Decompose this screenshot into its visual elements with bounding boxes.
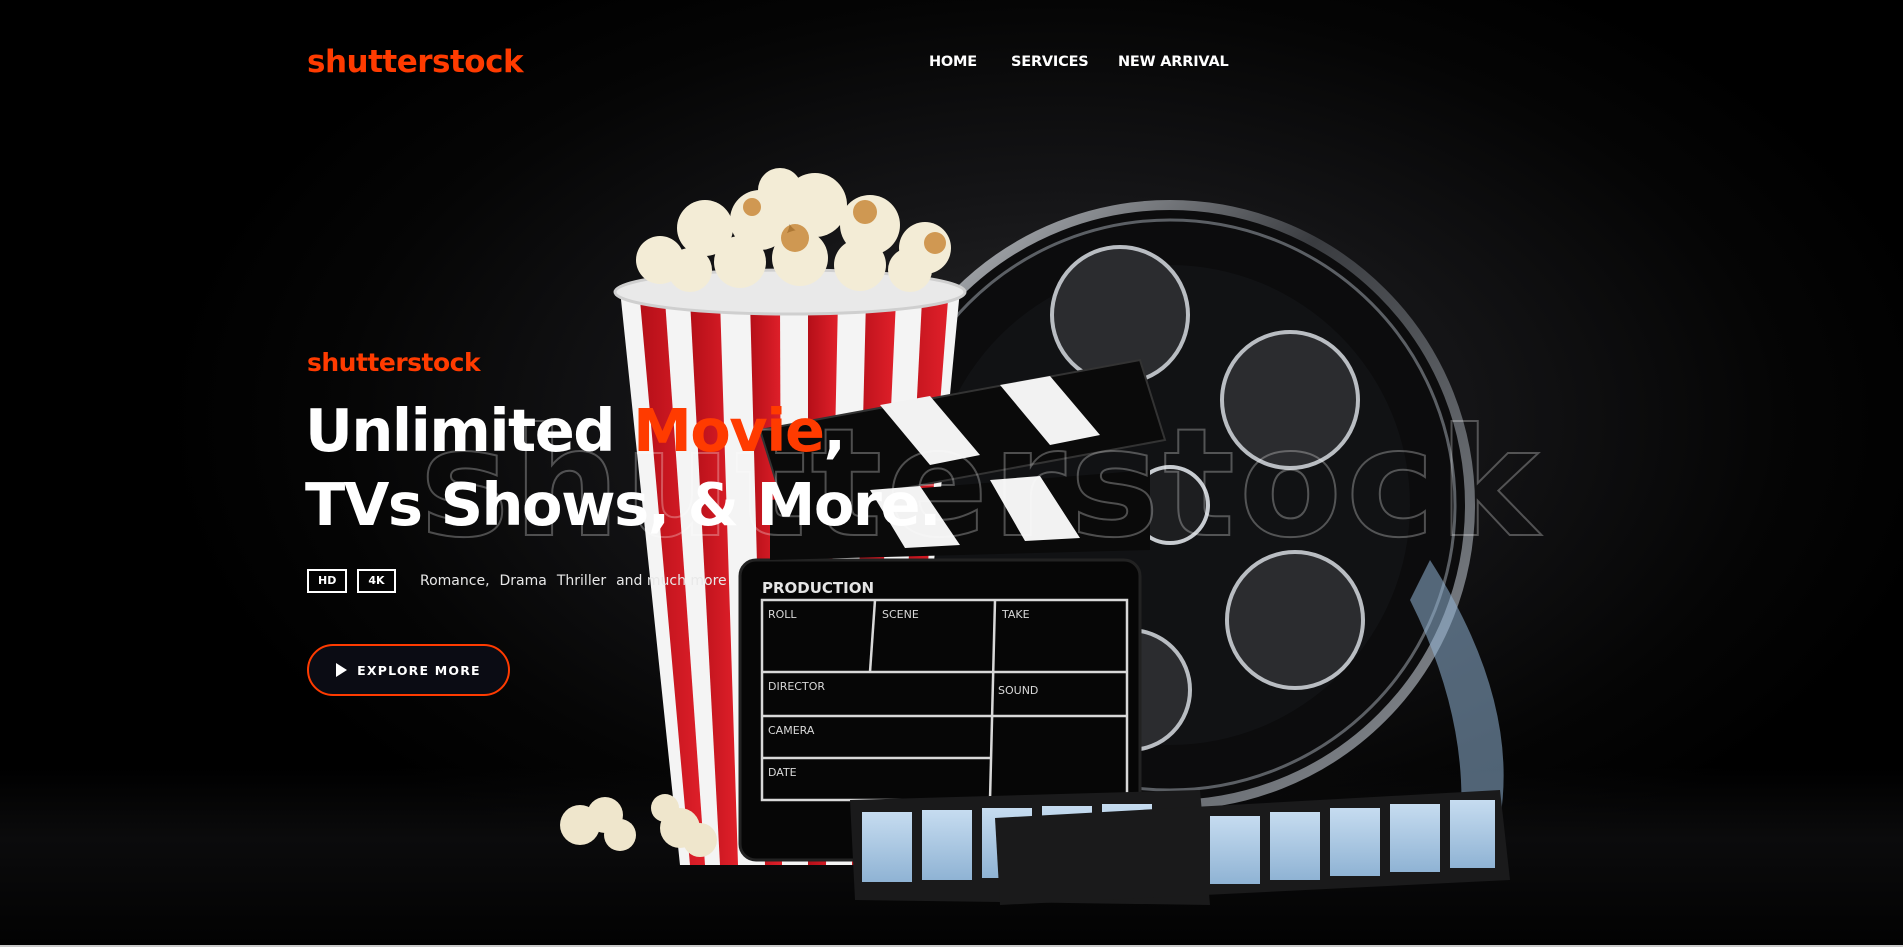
play-icon — [336, 663, 348, 677]
clapper-field-roll: ROLL — [768, 608, 797, 621]
clapper-field-scene: SCENE — [882, 608, 919, 621]
genre-item: Drama — [499, 573, 547, 589]
hero-kicker: shutterstock — [307, 348, 481, 377]
clapper-field-camera: CAMERA — [768, 724, 815, 737]
explore-more-label: EXPLORE MORE — [357, 662, 481, 678]
genre-item: and much more — [616, 573, 727, 589]
brand-logo[interactable]: shutterstock — [307, 42, 524, 82]
nav-new-arrival-link[interactable]: NEW ARRIVAL — [1118, 52, 1258, 72]
genre-list: Romance, Drama Thriller and much more — [420, 572, 727, 590]
clapper-title: PRODUCTION — [762, 579, 874, 597]
headline-line2: TVs Shows, & More. — [305, 470, 941, 539]
genre-item: Romance, — [420, 573, 490, 589]
explore-more-button[interactable]: EXPLORE MORE — [307, 644, 510, 696]
nav-services-link[interactable]: SERVICES — [1011, 52, 1131, 72]
clapper-field-take: TAKE — [1001, 608, 1030, 621]
clapper-field-date: DATE — [768, 766, 797, 779]
headline-part1: Unlimited — [305, 396, 634, 465]
clapper-field-sound: SOUND — [998, 684, 1038, 697]
nav-home-link[interactable]: HOME — [929, 52, 977, 72]
film-strip-graphic — [850, 790, 1510, 905]
clapper-field-director: DIRECTOR — [768, 680, 825, 693]
quality-badges: HD 4K — [307, 569, 396, 593]
hero-artwork: PRODUCTION ROLL SCENE TAKE DIRECTOR SOUN… — [419, 168, 1540, 905]
hero-section: PRODUCTION ROLL SCENE TAKE DIRECTOR SOUN… — [0, 0, 1903, 947]
headline-accent: Movie — [633, 396, 825, 465]
hd-badge: HD — [307, 569, 348, 593]
hero-headline: Unlimited Movie, TVs Shows, & More. — [305, 394, 941, 542]
genre-item: Thriller — [556, 573, 607, 589]
4k-badge: 4K — [357, 569, 396, 593]
headline-part2: , — [823, 396, 846, 465]
